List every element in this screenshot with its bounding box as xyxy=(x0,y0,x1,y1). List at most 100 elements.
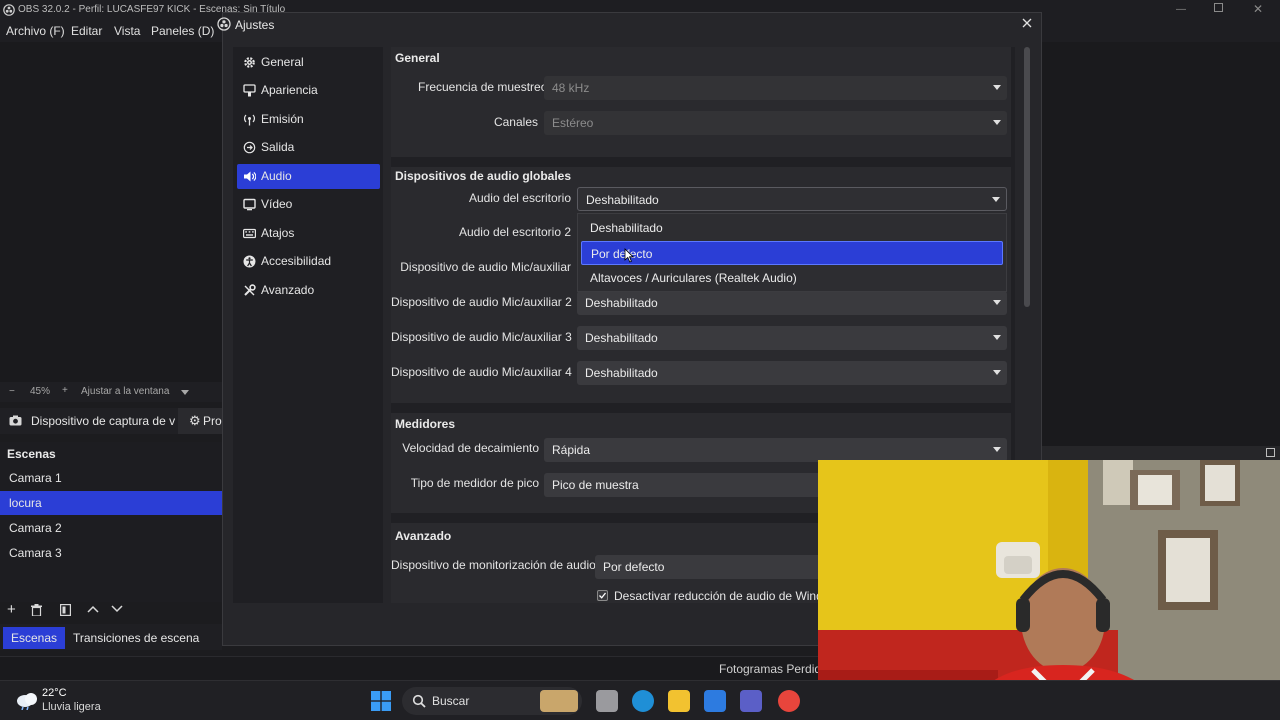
mic-audio-4-value: Deshabilitado xyxy=(585,366,658,380)
obs-logo-icon xyxy=(217,17,231,31)
windows-taskbar: 22°C Lluvia ligera Buscar xyxy=(0,680,1280,720)
menu-editar[interactable]: Editar xyxy=(71,24,102,38)
menu-archivo[interactable]: Archivo (F) xyxy=(6,24,65,38)
close-icon[interactable] xyxy=(1021,17,1037,33)
desktop-audio-dropdown: Deshabilitado Por defecto Altavoces / Au… xyxy=(577,213,1007,292)
sidebar-item-audio[interactable]: Audio xyxy=(237,164,380,189)
zoom-in-button[interactable]: + xyxy=(62,385,68,396)
channels-value: Estéreo xyxy=(552,116,594,130)
sidebar-item-label: Accesibilidad xyxy=(261,254,332,268)
teams-icon[interactable] xyxy=(740,690,762,712)
peak-meter-label: Tipo de medidor de pico xyxy=(410,476,539,490)
chevron-down-icon xyxy=(993,120,1001,125)
chevron-down-icon xyxy=(993,447,1001,452)
maximize-icon[interactable] xyxy=(1214,3,1223,12)
search-highlight-icon xyxy=(540,690,578,712)
speaker-icon xyxy=(243,170,256,183)
taskbar-search[interactable]: Buscar xyxy=(402,687,582,715)
sidebar-item-avanzado[interactable]: Avanzado xyxy=(237,278,380,303)
edge-icon[interactable] xyxy=(632,690,654,712)
scene-item[interactable]: Camara 2 xyxy=(0,516,222,540)
move-up-icon[interactable] xyxy=(87,605,99,613)
scrollbar-thumb[interactable] xyxy=(1024,47,1030,307)
preview-right-area xyxy=(1040,42,1280,460)
zoom-value: 45% xyxy=(30,386,51,397)
gear-icon xyxy=(243,56,256,69)
antenna-icon xyxy=(243,113,256,126)
zoom-out-button[interactable]: − xyxy=(9,386,15,397)
zoom-fit-select[interactable]: Ajustar a la ventana xyxy=(81,386,169,397)
search-placeholder: Buscar xyxy=(432,694,470,708)
decay-rate-value: Rápida xyxy=(552,443,591,457)
check-icon xyxy=(599,592,607,599)
channels-select[interactable]: Estéreo xyxy=(544,111,1007,135)
window-close-icon[interactable]: ✕ xyxy=(1253,2,1263,16)
ducking-checkbox[interactable] xyxy=(597,590,608,601)
group-title: Medidores xyxy=(395,417,456,431)
mic-audio-3-value: Deshabilitado xyxy=(585,331,658,345)
add-scene-icon[interactable]: + xyxy=(7,601,16,618)
trash-icon[interactable] xyxy=(31,604,42,616)
windows-start-icon[interactable] xyxy=(371,691,391,711)
chevron-down-icon xyxy=(992,197,1000,202)
camera-icon xyxy=(9,415,22,426)
sidebar-item-label: Vídeo xyxy=(261,197,293,211)
mic-audio-2-select[interactable]: Deshabilitado xyxy=(577,291,1007,315)
float-dock-icon[interactable] xyxy=(1266,448,1275,457)
task-view-icon[interactable] xyxy=(596,690,618,712)
sidebar-item-label: Audio xyxy=(261,169,292,183)
dropdown-option[interactable]: Altavoces / Auriculares (Realtek Audio) xyxy=(581,266,1003,290)
sidebar-item-label: Salida xyxy=(261,140,295,154)
chevron-down-icon xyxy=(993,300,1001,305)
gear-icon: ⚙ xyxy=(189,413,201,428)
source-toolbar: Dispositivo de captura de v ⚙ Prop xyxy=(0,408,228,434)
sidebar-item-atajos[interactable]: Atajos xyxy=(237,221,380,246)
keyboard-icon xyxy=(243,227,256,240)
store-icon[interactable] xyxy=(704,690,726,712)
tab-transitions[interactable]: Transiciones de escena xyxy=(65,627,207,649)
preview-canvas[interactable] xyxy=(0,42,222,382)
scene-item[interactable]: Camara 3 xyxy=(0,541,222,565)
sidebar-item-apariencia[interactable]: Apariencia xyxy=(237,78,380,103)
output-icon xyxy=(243,141,256,154)
sidebar-item-accesibilidad[interactable]: Accesibilidad xyxy=(237,249,380,274)
menu-vista[interactable]: Vista xyxy=(114,24,140,38)
desktop-audio-2-label: Audio del escritorio 2 xyxy=(458,225,571,239)
ducking-label: Desactivar reducción de audio de Windo xyxy=(614,589,830,603)
sidebar-item-video[interactable]: Vídeo xyxy=(237,192,380,217)
channels-label: Canales xyxy=(493,115,538,129)
scene-item-selected[interactable]: locura xyxy=(0,491,222,515)
tab-scenes[interactable]: Escenas xyxy=(3,627,66,649)
decay-rate-select[interactable]: Rápida xyxy=(544,438,1007,462)
weather-temperature[interactable]: 22°C xyxy=(42,687,67,699)
mic-audio-4-select[interactable]: Deshabilitado xyxy=(577,361,1007,385)
sidebar-item-label: Apariencia xyxy=(261,83,318,97)
source-name: Dispositivo de captura de v xyxy=(31,414,176,428)
mic-audio-3-select[interactable]: Deshabilitado xyxy=(577,326,1007,350)
sidebar-item-emision[interactable]: Emisión xyxy=(237,107,380,132)
scenes-dock: Escenas Camara 1 locura Camara 2 Camara … xyxy=(0,442,222,602)
minimize-icon[interactable]: — xyxy=(1176,4,1186,15)
desktop-audio-select[interactable]: Deshabilitado xyxy=(577,187,1007,211)
move-down-icon[interactable] xyxy=(111,605,123,613)
chevron-down-icon[interactable] xyxy=(181,390,189,395)
sample-rate-label: Frecuencia de muestreo xyxy=(418,80,548,94)
weather-description[interactable]: Lluvia ligera xyxy=(42,701,101,713)
obs-logo-icon xyxy=(3,4,15,16)
file-explorer-icon[interactable] xyxy=(668,690,690,712)
dropdown-option[interactable]: Deshabilitado xyxy=(581,216,1003,240)
filter-icon[interactable] xyxy=(60,604,71,616)
sample-rate-select[interactable]: 48 kHz xyxy=(544,76,1007,100)
properties-button[interactable]: ⚙ Prop xyxy=(178,408,228,434)
dropdown-option-highlighted[interactable]: Por defecto xyxy=(581,241,1003,265)
scene-item[interactable]: Camara 1 xyxy=(0,466,222,490)
sidebar-item-label: Avanzado xyxy=(261,283,315,297)
weather-cloud-icon xyxy=(15,690,39,710)
sidebar-item-general[interactable]: General xyxy=(237,50,380,75)
menu-paneles[interactable]: Paneles (D) xyxy=(151,24,214,38)
desktop-audio-label: Audio del escritorio xyxy=(468,191,571,205)
mic-audio-3-label: Dispositivo de audio Mic/auxiliar 3 xyxy=(391,330,572,344)
sidebar-item-label: Emisión xyxy=(261,112,304,126)
sidebar-item-salida[interactable]: Salida xyxy=(237,135,380,160)
chrome-icon[interactable] xyxy=(778,690,800,712)
